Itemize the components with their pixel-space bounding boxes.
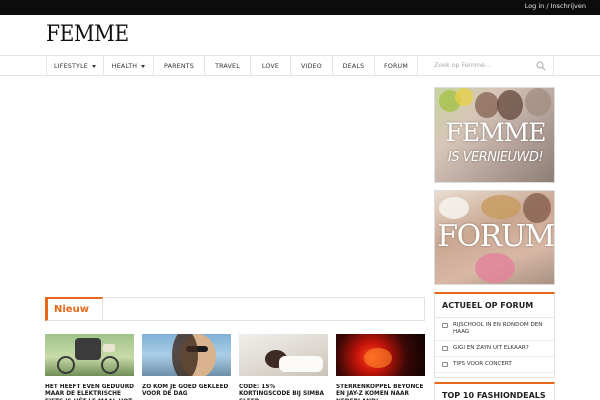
- hat-shape: [481, 195, 521, 219]
- chat-icon: [442, 323, 448, 328]
- search-icon[interactable]: [536, 61, 546, 71]
- nav-item-label: HEALTH: [111, 62, 138, 70]
- forum-item[interactable]: RIJSCHOOL IN EN RONDOM DEN HAAG: [435, 318, 554, 341]
- nav-menu: LIFESTYLE HEALTH PARENTS TRAVEL LOVE VID…: [46, 56, 418, 76]
- nav-item-health[interactable]: HEALTH: [104, 56, 154, 76]
- banner-title: FEMME: [445, 118, 546, 147]
- nav-item-parents[interactable]: PARENTS: [154, 56, 205, 76]
- femme-vernieuwd-banner[interactable]: FEMME IS VERNIEUWD!: [434, 87, 555, 183]
- chat-icon: [442, 362, 448, 367]
- banner-subtitle: IS VERNIEUWD!: [447, 150, 544, 165]
- fashiondeals-widget: TOP 10 FASHIONDEALS: [434, 382, 555, 400]
- article-title[interactable]: HET HEEFT EVEN GEDUURD MAAR DE ELEKTRISC…: [45, 384, 134, 400]
- article-card[interactable]: STERRENKOPPEL BEYONCÉ EN JAY-Z KOMEN NAA…: [336, 334, 425, 400]
- forum-item-label: RIJSCHOOL IN EN RONDOM DEN HAAG: [453, 322, 543, 335]
- search-input[interactable]: Zoek op Femme...: [434, 62, 491, 69]
- article-thumbnail[interactable]: [336, 334, 425, 376]
- stage-light-shape: [364, 348, 392, 368]
- nav-item-travel[interactable]: TRAVEL: [205, 56, 251, 76]
- nav-item-label: LIFESTYLE: [54, 62, 88, 70]
- article-thumbnail[interactable]: [45, 334, 134, 376]
- article-card[interactable]: CODE: 15% KORTINGSCODE BIJ SIMBA SLEEP: [239, 334, 328, 400]
- face-shape: [497, 90, 523, 120]
- article-title[interactable]: CODE: 15% KORTINGSCODE BIJ SIMBA SLEEP: [239, 384, 328, 400]
- forum-banner[interactable]: FORUM: [434, 190, 555, 285]
- banner-title: FORUM: [437, 219, 554, 254]
- login-link[interactable]: Log in / Inschrijven: [525, 2, 586, 10]
- forum-item-label: TIPS VOOR CONCERT: [453, 361, 512, 367]
- nav-item-label: DEALS: [342, 62, 365, 70]
- caret-down-icon: [91, 64, 96, 68]
- article-card[interactable]: ZO KOM JE GOED GEKLEED VOOR DE DAG: [142, 334, 231, 400]
- forum-item[interactable]: TIPS VOOR CONCERT: [435, 357, 554, 373]
- nav-item-love[interactable]: LOVE: [251, 56, 291, 76]
- top-bar: Log in / Inschrijven: [0, 0, 600, 15]
- rider-shape: [75, 338, 101, 360]
- nav-item-lifestyle[interactable]: LIFESTYLE: [47, 56, 104, 76]
- section-title: Nieuw: [54, 304, 89, 315]
- chat-icon: [442, 346, 448, 351]
- forum-item[interactable]: GIGI EN ZAYN UIT ELKAAR?: [435, 341, 554, 357]
- main-navigation: LIFESTYLE HEALTH PARENTS TRAVEL LOVE VID…: [0, 55, 600, 76]
- section-tab[interactable]: Nieuw: [45, 297, 103, 321]
- nav-item-label: VIDEO: [301, 62, 322, 70]
- article-thumbnail[interactable]: [239, 334, 328, 376]
- site-logo[interactable]: FEMME: [46, 22, 129, 47]
- nav-item-deals[interactable]: DEALS: [333, 56, 375, 76]
- nav-item-label: PARENTS: [163, 62, 194, 70]
- face-shape: [475, 92, 499, 118]
- widget-title: ACTUEEL OP FORUM: [435, 294, 554, 318]
- section-header-nieuw: Nieuw: [45, 297, 425, 321]
- face-shape: [525, 88, 551, 116]
- forum-widget: ACTUEEL OP FORUM RIJSCHOOL IN EN RONDOM …: [434, 292, 555, 378]
- nav-item-label: FORUM: [384, 62, 408, 70]
- article-title[interactable]: ZO KOM JE GOED GEKLEED VOOR DE DAG: [142, 384, 231, 400]
- nav-item-label: LOVE: [261, 62, 280, 70]
- hair-shape: [172, 334, 198, 376]
- nav-item-video[interactable]: VIDEO: [291, 56, 333, 76]
- balloon-shape: [455, 88, 473, 106]
- forum-item-label: GIGI EN ZAYN UIT ELKAAR?: [453, 345, 529, 351]
- bike-wheel-shape: [101, 356, 119, 374]
- article-thumbnail[interactable]: [142, 334, 231, 376]
- bike-wheel-shape: [57, 356, 75, 374]
- nav-item-label: TRAVEL: [215, 62, 240, 70]
- article-title[interactable]: STERRENKOPPEL BEYONCÉ EN JAY-Z KOMEN NAA…: [336, 384, 425, 400]
- hat-shape: [439, 197, 469, 219]
- article-card[interactable]: HET HEEFT EVEN GEDUURD MAAR DE ELEKTRISC…: [45, 334, 134, 400]
- caret-down-icon: [141, 64, 146, 68]
- dress-shape: [475, 253, 515, 283]
- nav-item-forum[interactable]: FORUM: [375, 56, 418, 76]
- pillow-shape: [279, 356, 323, 372]
- search-box[interactable]: Zoek op Femme...: [424, 56, 554, 76]
- basket-shape: [103, 344, 115, 352]
- widget-title: TOP 10 FASHIONDEALS: [442, 391, 546, 400]
